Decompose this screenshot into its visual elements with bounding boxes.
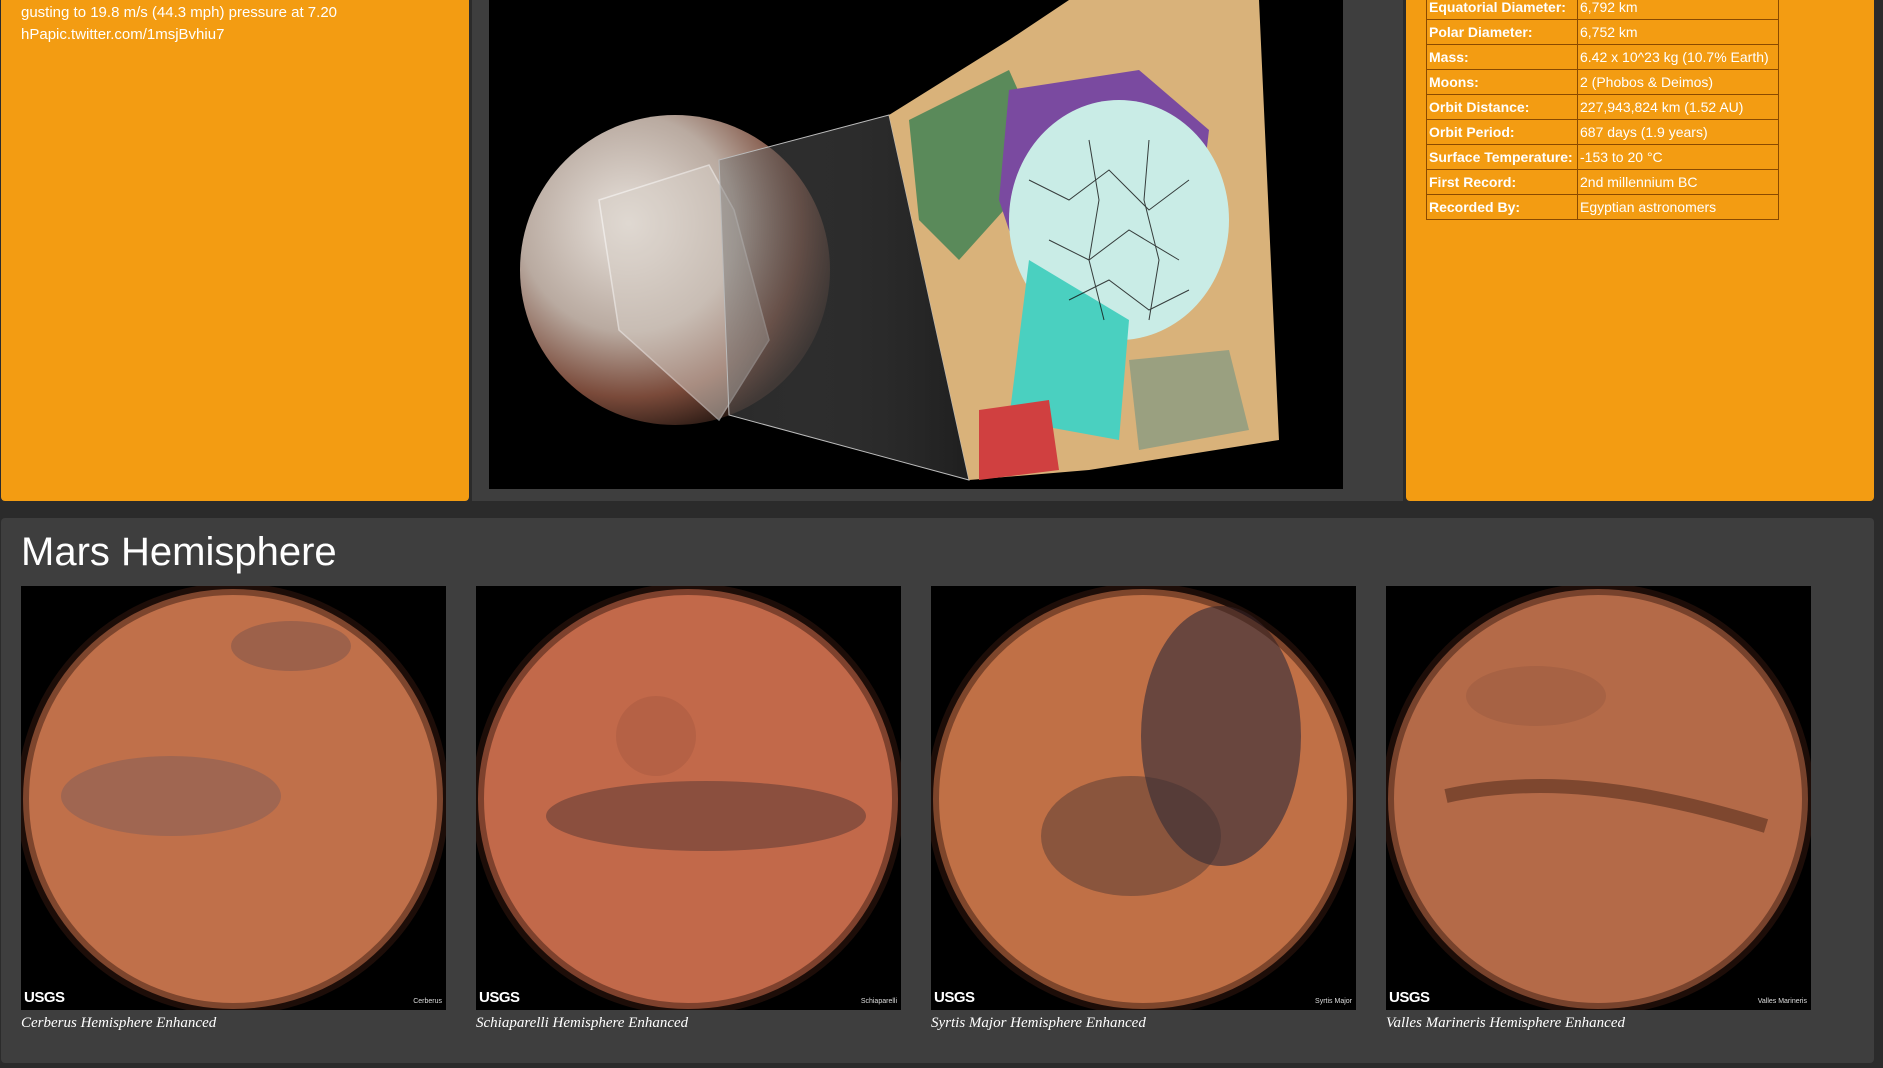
usgs-logo: USGS bbox=[24, 989, 65, 1006]
fact-row: Mass: 6.42 x 10^23 kg (10.7% Earth) bbox=[1426, 44, 1779, 70]
weather-tweet-text: gusting to 19.8 m/s (44.3 mph) pressure … bbox=[21, 4, 338, 21]
mars-facts-panel: Equatorial Diameter: 6,792 km Polar Diamet… bbox=[1406, 0, 1874, 501]
usgs-logo: USGS bbox=[934, 989, 975, 1006]
fact-value: 2nd millennium BC bbox=[1577, 169, 1779, 195]
fact-label: Equatorial Diameter: bbox=[1426, 0, 1578, 20]
hemisphere-card[interactable]: USGS Schiaparelli Schiaparelli Hemispher… bbox=[476, 586, 901, 1032]
hemisphere-caption[interactable]: Valles Marineris Hemisphere Enhanced bbox=[1386, 1015, 1811, 1032]
featured-image-panel bbox=[472, 0, 1403, 501]
fact-value: 687 days (1.9 years) bbox=[1577, 119, 1779, 145]
weather-panel: gusting to 19.8 m/s (44.3 mph) pressure … bbox=[1, 0, 469, 501]
featured-image-graphic bbox=[520, 0, 1279, 481]
fact-label: Recorded By: bbox=[1426, 194, 1578, 220]
fact-value: 227,943,824 km (1.52 AU) bbox=[1577, 94, 1779, 120]
hemisphere-image[interactable]: USGS Cerberus bbox=[21, 586, 446, 1010]
fact-row: First Record: 2nd millennium BC bbox=[1426, 169, 1779, 195]
fact-row: Polar Diameter: 6,752 km bbox=[1426, 19, 1779, 45]
hemisphere-card[interactable]: USGS Syrtis Major Syrtis Major Hemispher… bbox=[931, 586, 1356, 1032]
hemisphere-caption[interactable]: Syrtis Major Hemisphere Enhanced bbox=[931, 1015, 1356, 1032]
hemisphere-image[interactable]: USGS Syrtis Major bbox=[931, 586, 1356, 1010]
fact-label: Orbit Distance: bbox=[1426, 94, 1578, 120]
weather-tweet-link[interactable]: hPapic.twitter.com/1msjBvhiu7 bbox=[21, 26, 224, 43]
weather-tweet: gusting to 19.8 m/s (44.3 mph) pressure … bbox=[21, 2, 451, 46]
mars-hemispheres-section: Mars Hemisphere USGS Cerberus Cerberus H… bbox=[1, 518, 1874, 1063]
fact-value: Egyptian astronomers bbox=[1577, 194, 1779, 220]
plate-label: Valles Marineris bbox=[1757, 998, 1807, 1005]
hemisphere-caption[interactable]: Schiaparelli Hemisphere Enhanced bbox=[476, 1015, 901, 1032]
fact-row: Recorded By: Egyptian astronomers bbox=[1426, 194, 1779, 220]
fact-row: Moons: 2 (Phobos & Deimos) bbox=[1426, 69, 1779, 95]
fact-row: Orbit Distance: 227,943,824 km (1.52 AU) bbox=[1426, 94, 1779, 120]
fact-value: -153 to 20 °C bbox=[1577, 144, 1779, 170]
mars-facts-table: Equatorial Diameter: 6,792 km Polar Diamet… bbox=[1426, 0, 1779, 220]
fact-label: Mass: bbox=[1426, 44, 1578, 70]
fact-label: First Record: bbox=[1426, 169, 1578, 195]
usgs-logo: USGS bbox=[1389, 989, 1430, 1006]
fact-row: Orbit Period: 687 days (1.9 years) bbox=[1426, 119, 1779, 145]
fact-row: Equatorial Diameter: 6,792 km bbox=[1426, 0, 1779, 20]
hemisphere-caption[interactable]: Cerberus Hemisphere Enhanced bbox=[21, 1015, 446, 1032]
hemisphere-image[interactable]: USGS Valles Marineris bbox=[1386, 586, 1811, 1010]
fact-label: Moons: bbox=[1426, 69, 1578, 95]
hemisphere-card[interactable]: USGS Valles Marineris Valles Marineris H… bbox=[1386, 586, 1811, 1032]
mars-globe-graphic bbox=[476, 586, 901, 1010]
mars-globe-graphic bbox=[1386, 586, 1811, 1010]
fact-value: 6.42 x 10^23 kg (10.7% Earth) bbox=[1577, 44, 1779, 70]
fact-label: Surface Temperature: bbox=[1426, 144, 1578, 170]
fact-label: Orbit Period: bbox=[1426, 119, 1578, 145]
fact-label: Polar Diameter: bbox=[1426, 19, 1578, 45]
fact-value: 6,792 km bbox=[1577, 0, 1779, 20]
mars-globe-graphic bbox=[931, 586, 1356, 1010]
plate-label: Syrtis Major bbox=[1315, 998, 1352, 1005]
usgs-logo: USGS bbox=[479, 989, 520, 1006]
plate-label: Schiaparelli bbox=[860, 998, 897, 1005]
plate-label: Cerberus bbox=[413, 998, 442, 1005]
section-title: Mars Hemisphere bbox=[21, 530, 337, 574]
fact-value: 6,752 km bbox=[1577, 19, 1779, 45]
hemisphere-card[interactable]: USGS Cerberus Cerberus Hemisphere Enhanc… bbox=[21, 586, 446, 1032]
mars-globe-graphic bbox=[21, 586, 446, 1010]
hemisphere-image[interactable]: USGS Schiaparelli bbox=[476, 586, 901, 1010]
fact-value: 2 (Phobos & Deimos) bbox=[1577, 69, 1779, 95]
fact-row: Surface Temperature: -153 to 20 °C bbox=[1426, 144, 1779, 170]
featured-image[interactable] bbox=[489, 0, 1343, 489]
